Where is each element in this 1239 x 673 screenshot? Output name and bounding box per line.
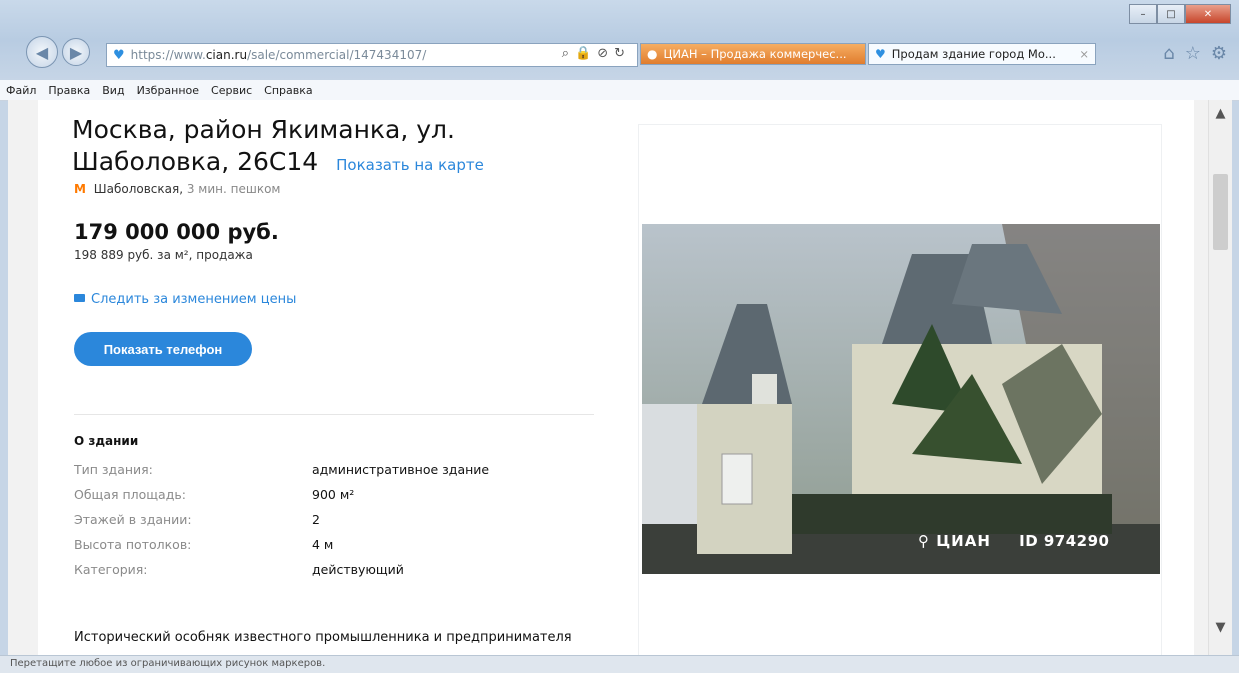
url-host: cian.ru <box>205 48 248 62</box>
minimize-icon[interactable]: – <box>1129 4 1157 24</box>
menu-view[interactable]: Вид <box>96 84 130 97</box>
metro-icon: M <box>74 182 86 196</box>
menu-tools[interactable]: Сервис <box>205 84 258 97</box>
envelope-icon <box>74 294 85 302</box>
url-path: /sale/commercial/147434107/ <box>247 48 427 62</box>
close-icon[interactable]: ✕ <box>1185 4 1231 24</box>
tab-cian-commercial[interactable]: ● ЦИАН – Продажа коммерчес... <box>640 43 866 65</box>
show-on-map-link[interactable]: Показать на карте <box>336 156 484 174</box>
param-label: Категория: <box>74 562 148 577</box>
vertical-scrollbar[interactable]: ▲ ▼ <box>1208 100 1232 655</box>
browser-toolbar-icons: ⌂ ☆ ⚙ <box>1163 43 1227 64</box>
watermark-brand: ЦИАН <box>936 532 991 550</box>
site-favicon-icon: ♥ <box>875 47 886 61</box>
watch-price-link[interactable]: Следить за изменением цены <box>74 292 296 307</box>
page-viewport: Москва, район Якиманка, ул. Шаболовка, 2… <box>8 100 1208 655</box>
listing-description: Исторический особняк известного промышле… <box>74 630 572 645</box>
cian-logo-icon: ⚲ <box>918 532 930 550</box>
address-actions[interactable]: ⌕🔒⊘↻ <box>562 46 631 61</box>
divider <box>74 414 594 415</box>
about-building-title: О здании <box>74 434 139 448</box>
param-row: Тип здания: административное здание <box>74 462 594 487</box>
status-bar: Перетащите любое из ограничивающих рисун… <box>0 655 1239 673</box>
navigation-bar: ◀ ▶ ♥ https://www. cian.ru/sale/commercia… <box>0 34 1239 72</box>
watch-price-label: Следить за изменением цены <box>91 292 297 307</box>
address-bar[interactable]: ♥ https://www. cian.ru/sale/commercial/14… <box>106 43 638 67</box>
scroll-down-icon[interactable]: ▼ <box>1209 620 1232 635</box>
metro-info: M Шаболовская, 3 мин. пешком <box>74 182 281 196</box>
menu-bar: Файл Правка Вид Избранное Сервис Справка <box>0 80 1239 101</box>
favorites-star-icon[interactable]: ☆ <box>1185 43 1201 64</box>
watermark-id: ID 974290 <box>1019 532 1110 550</box>
forward-icon[interactable]: ▶ <box>62 38 90 66</box>
param-label: Общая площадь: <box>74 487 186 502</box>
refresh-icon[interactable]: ↻ <box>614 46 631 61</box>
param-row: Общая площадь: 900 м² <box>74 487 594 512</box>
menu-file[interactable]: Файл <box>0 84 42 97</box>
gear-icon[interactable]: ⚙ <box>1211 43 1227 64</box>
window-controls: – □ ✕ <box>1129 4 1231 24</box>
param-value: 4 м <box>312 537 334 552</box>
param-row: Категория: действующий <box>74 562 594 587</box>
lock-icon: 🔒 <box>575 46 598 61</box>
tab-label: Продам здание город Мо... <box>891 47 1056 61</box>
listing-address: Москва, район Якиманка, ул. Шаболовка, 2… <box>72 114 612 181</box>
param-value: административное здание <box>312 462 490 477</box>
tab-label: ЦИАН – Продажа коммерчес... <box>663 47 847 61</box>
menu-favorites[interactable]: Избранное <box>131 84 205 97</box>
search-icon[interactable]: ⌕ <box>562 46 575 61</box>
url-prefix: https://www. <box>130 48 206 62</box>
scroll-thumb[interactable] <box>1213 174 1228 250</box>
metro-station: Шаболовская, <box>93 182 184 196</box>
tab-building-sale[interactable]: ♥ Продам здание город Мо... × <box>868 43 1096 65</box>
cian-tab-icon: ● <box>647 47 658 61</box>
param-label: Тип здания: <box>74 462 153 477</box>
metro-walk-time: 3 мин. пешком <box>186 182 281 196</box>
building-params: Тип здания: административное здание Обща… <box>74 462 594 587</box>
price: 179 000 000 руб. <box>74 220 279 244</box>
menu-edit[interactable]: Правка <box>42 84 96 97</box>
param-label: Этажей в здании: <box>74 512 192 527</box>
listing-content: Москва, район Якиманка, ул. Шаболовка, 2… <box>38 100 1194 655</box>
menu-help[interactable]: Справка <box>258 84 318 97</box>
stop-icon[interactable]: ⊘ <box>597 46 614 61</box>
price-per-meter: 198 889 руб. за м², продажа <box>74 248 253 262</box>
home-icon[interactable]: ⌂ <box>1163 43 1174 64</box>
tab-close-icon[interactable]: × <box>1079 47 1089 61</box>
param-label: Высота потолков: <box>74 537 192 552</box>
param-row: Высота потолков: 4 м <box>74 537 594 562</box>
back-icon[interactable]: ◀ <box>26 36 58 68</box>
param-row: Этажей в здании: 2 <box>74 512 594 537</box>
photo-watermark: ⚲ ЦИАН ID 974290 <box>918 532 1110 550</box>
maximize-icon[interactable]: □ <box>1157 4 1185 24</box>
site-favicon-icon: ♥ <box>113 47 125 63</box>
scroll-up-icon[interactable]: ▲ <box>1209 106 1232 121</box>
param-value: 900 м² <box>312 487 355 502</box>
show-phone-button[interactable]: Показать телефон <box>74 332 252 366</box>
param-value: 2 <box>312 512 320 527</box>
param-value: действующий <box>312 562 404 577</box>
building-photo[interactable] <box>642 224 1160 574</box>
